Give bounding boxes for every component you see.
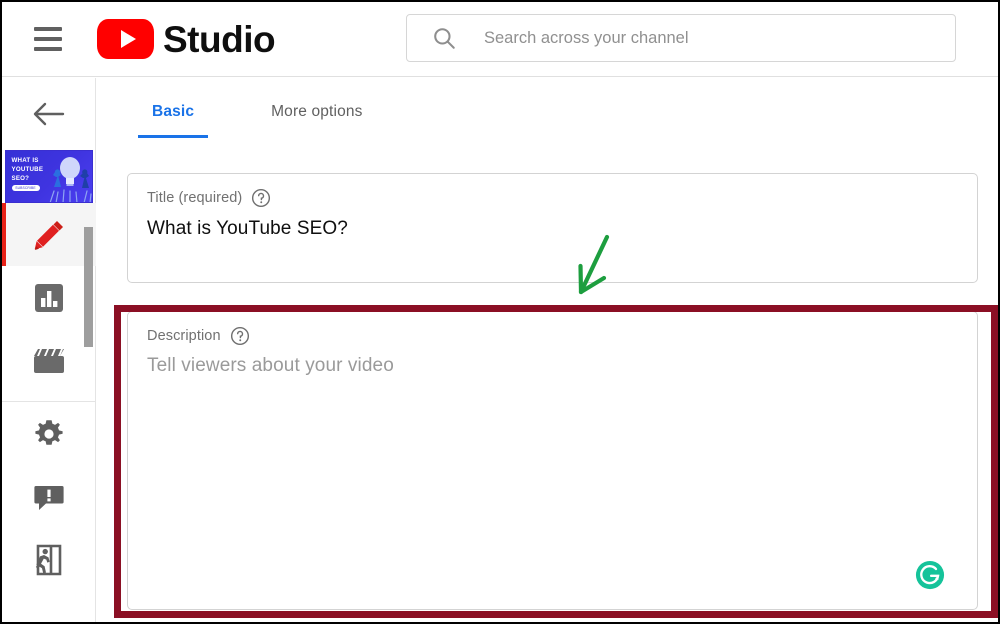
play-triangle-icon — [120, 30, 136, 48]
sidebar-item-editor[interactable] — [2, 329, 96, 392]
hamburger-bar-2 — [34, 37, 62, 41]
comment-alert-icon — [34, 485, 64, 510]
sidebar-item-feedback[interactable] — [2, 465, 96, 528]
bar-chart-icon — [35, 283, 63, 312]
lightbulb-illustration-icon — [49, 157, 92, 202]
youtube-play-logo — [97, 19, 154, 59]
brand-name-text: Studio — [163, 18, 276, 60]
video-thumbnail[interactable]: WHAT IS YOUTUBE SEO? SUBSCRIBE NOW — [4, 150, 93, 203]
sidebar-item-settings[interactable] — [2, 402, 96, 465]
tab-bar: Basic More options — [97, 78, 998, 138]
title-value[interactable]: What is YouTube SEO? — [147, 218, 977, 240]
hamburger-bar-3 — [34, 47, 62, 51]
help-circle-icon[interactable] — [251, 188, 271, 208]
thumbnail-line-2: YOUTUBE — [11, 165, 44, 173]
hamburger-menu-icon[interactable] — [25, 16, 71, 62]
film-clapper-icon — [34, 348, 64, 373]
video-details-pane: Basic More options Title (required) What… — [97, 78, 998, 622]
title-label: Title (required) — [147, 190, 243, 206]
description-placeholder[interactable]: Tell viewers about your video — [147, 355, 977, 377]
grammarly-icon[interactable] — [915, 560, 945, 590]
description-field[interactable]: Description Tell viewers about your vide… — [127, 311, 978, 610]
search-bar[interactable] — [406, 14, 956, 62]
gear-icon — [35, 419, 63, 445]
sidebar-item-details[interactable] — [2, 203, 96, 266]
thumbnail-line-3: SEO? — [11, 174, 30, 182]
sidebar-item-analytics[interactable] — [2, 266, 96, 329]
pencil-icon — [34, 220, 63, 250]
description-label: Description — [147, 328, 221, 344]
help-circle-icon[interactable] — [230, 326, 250, 346]
tab-basic[interactable]: Basic — [138, 103, 209, 138]
description-label-row: Description — [147, 326, 977, 346]
title-field[interactable]: Title (required) What is YouTube SEO? — [127, 173, 978, 283]
top-header-bar: Studio — [2, 2, 998, 77]
sidebar-item-exit[interactable] — [2, 528, 96, 591]
thumbnail-subscribe-pill: SUBSCRIBE NOW — [11, 185, 40, 191]
back-arrow-icon — [33, 102, 65, 126]
thumbnail-text: WHAT IS YOUTUBE SEO? — [12, 157, 44, 184]
sidebar-scrollbar[interactable] — [84, 227, 93, 347]
exit-running-man-icon — [35, 543, 64, 576]
thumbnail-line-1: WHAT IS — [11, 157, 39, 164]
studio-brand-logo[interactable]: Studio — [97, 18, 276, 60]
back-button[interactable] — [2, 78, 96, 150]
hamburger-bar-1 — [34, 27, 62, 31]
video-sidebar: WHAT IS YOUTUBE SEO? SUBSCRIBE NOW — [2, 78, 96, 622]
sidebar-item-list — [2, 203, 96, 591]
search-input[interactable] — [484, 28, 955, 48]
youtube-studio-window: Studio WHAT IS YOUTUBE SEO? SUBSCRIBE NO… — [0, 0, 1000, 624]
title-label-row: Title (required) — [147, 188, 977, 208]
tab-more-options[interactable]: More options — [257, 103, 376, 138]
search-icon — [434, 28, 455, 49]
